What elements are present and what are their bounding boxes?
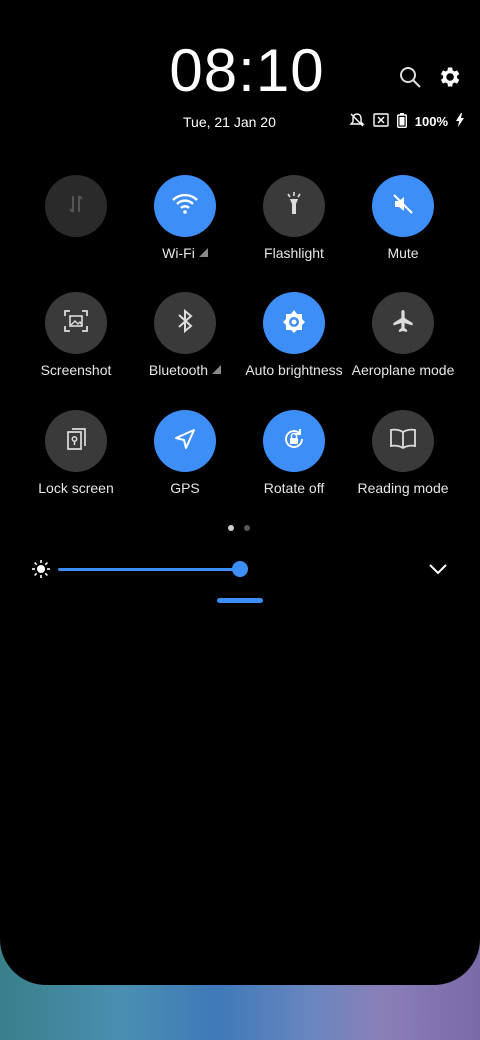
- tile-rotate-off[interactable]: Rotate off: [239, 410, 349, 496]
- gear-icon[interactable]: [436, 64, 462, 95]
- tile-lock-screen[interactable]: Lock screen: [21, 410, 131, 496]
- battery-icon: [396, 112, 407, 131]
- flashlight-icon: [282, 191, 306, 222]
- battery-percent: 100%: [414, 114, 448, 129]
- status-icons: 100%: [349, 112, 464, 131]
- reading-mode-icon: [389, 427, 417, 456]
- tile-label: Lock screen: [38, 480, 114, 496]
- tile-label: Flashlight: [264, 245, 324, 261]
- drag-handle[interactable]: [217, 598, 263, 603]
- header-actions: [398, 64, 462, 95]
- rotate-lock-icon: [281, 426, 307, 457]
- signal-triangle-icon: [198, 248, 208, 257]
- brightness-sun-icon: [32, 560, 50, 583]
- tile-button[interactable]: [154, 292, 216, 354]
- no-sim-icon: [373, 113, 389, 130]
- tile-label: Screenshot: [40, 362, 112, 378]
- screenshot-icon: [63, 309, 89, 338]
- lock-screen-icon: [63, 426, 89, 457]
- tile-label: Bluetooth: [148, 362, 209, 378]
- notifications-off-icon: [349, 112, 365, 131]
- tile-button[interactable]: [372, 292, 434, 354]
- tile-mute[interactable]: Mute: [348, 175, 458, 261]
- tile-bluetooth[interactable]: Bluetooth: [130, 292, 240, 378]
- tile-label: Auto brightness: [245, 362, 343, 378]
- tile-mobile-data[interactable]: [21, 175, 131, 245]
- brightness-slider-track[interactable]: [58, 568, 240, 571]
- tile-label: Rotate off: [263, 480, 325, 496]
- mobile-data-icon: [64, 192, 88, 221]
- search-icon[interactable]: [398, 65, 422, 94]
- tile-button[interactable]: [45, 175, 107, 237]
- tile-gps[interactable]: GPS: [130, 410, 240, 496]
- page-dot-active[interactable]: [228, 525, 234, 531]
- date: Tue, 21 Jan 20: [183, 114, 276, 130]
- mute-icon: [391, 192, 415, 221]
- page-dot[interactable]: [244, 525, 250, 531]
- tile-button[interactable]: [263, 292, 325, 354]
- tile-button[interactable]: [263, 410, 325, 472]
- tile-label: Reading mode: [357, 480, 449, 496]
- tile-button[interactable]: [372, 410, 434, 472]
- tile-wifi[interactable]: Wi-Fi: [130, 175, 240, 261]
- airplane-icon: [390, 308, 416, 339]
- tile-auto-brightness[interactable]: Auto brightness: [239, 292, 349, 378]
- signal-triangle-icon: [212, 365, 222, 374]
- tile-flashlight[interactable]: Flashlight: [239, 175, 349, 261]
- tile-button[interactable]: [372, 175, 434, 237]
- auto-brightness-icon: [281, 308, 307, 339]
- tile-reading-mode[interactable]: Reading mode: [348, 410, 458, 496]
- tile-label: Mute: [387, 245, 419, 261]
- tile-button[interactable]: [263, 175, 325, 237]
- tile-label: Aeroplane mode: [351, 362, 455, 378]
- gps-icon: [173, 427, 197, 456]
- wifi-icon: [171, 192, 199, 221]
- page-indicator: [228, 525, 250, 531]
- tile-aeroplane-mode[interactable]: Aeroplane mode: [348, 292, 458, 378]
- charging-icon: [456, 113, 464, 130]
- tile-button[interactable]: [154, 410, 216, 472]
- tile-screenshot[interactable]: Screenshot: [21, 292, 131, 378]
- tile-button[interactable]: [45, 292, 107, 354]
- tile-button[interactable]: [154, 175, 216, 237]
- tile-button[interactable]: [45, 410, 107, 472]
- bluetooth-icon: [175, 308, 195, 339]
- brightness-slider-thumb[interactable]: [232, 561, 248, 577]
- tile-label: Wi-Fi: [162, 245, 195, 261]
- chevron-down-icon[interactable]: [428, 562, 448, 581]
- tile-label: GPS: [170, 480, 200, 496]
